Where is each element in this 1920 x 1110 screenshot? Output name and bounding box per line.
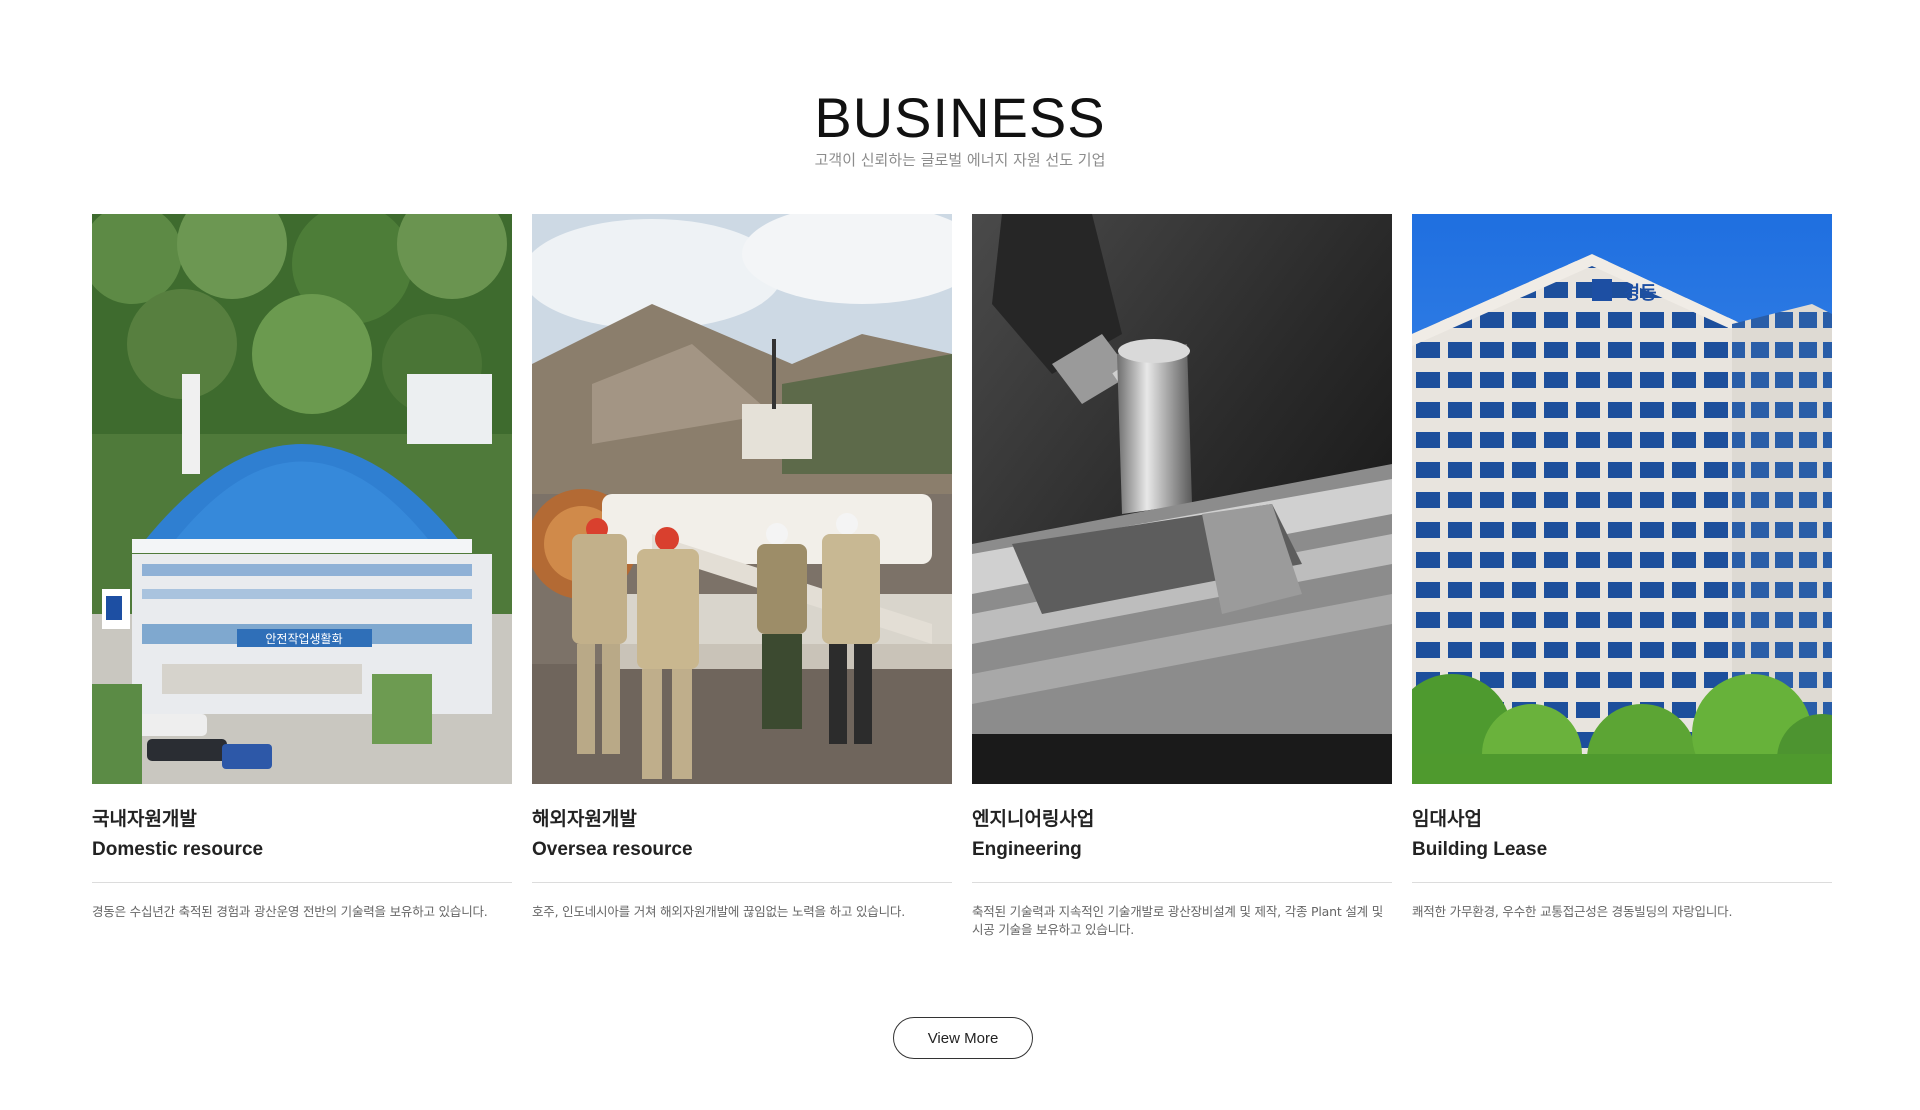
business-card-building-lease[interactable]: 경동 임대사업 Building Lease 쾌적한 가무환경, 우수한 교통접… [1412, 214, 1832, 939]
svg-text:경동: 경동 [1623, 283, 1656, 304]
business-cards: 안전작업생활화 국내자원개발 Domestic resource 경동은 수십년… [92, 214, 1832, 939]
card-title-ko: 임대사업 [1412, 808, 1482, 830]
svg-text:안전작업생활화: 안전작업생활화 [265, 632, 342, 646]
engineering-milling-machine-photo[interactable] [972, 214, 1392, 784]
business-card-oversea[interactable]: 해외자원개발 Oversea resource 호주, 인도네시아를 거쳐 해외… [532, 214, 952, 939]
card-title-ko: 국내자원개발 [92, 808, 197, 830]
section-title: BUSINESS [814, 85, 1106, 149]
card-title-en: Building Lease [1412, 838, 1548, 860]
business-card-engineering[interactable]: 엔지니어링사업 Engineering 축적된 기술력과 지속적인 기술개발로 … [972, 214, 1392, 939]
section-subtitle: 고객이 신뢰하는 글로벌 에너지 자원 선도 기업 [814, 151, 1106, 169]
card-title-ko: 엔지니어링사업 [972, 808, 1095, 830]
card-divider [972, 881, 1392, 883]
building-lease-tower-photo[interactable]: 경동 [1412, 214, 1832, 784]
card-description: 축적된 기술력과 지속적인 기술개발로 광산장비설계 및 제작, 각종 Plan… [972, 903, 1384, 937]
card-title-en: Domestic resource [92, 838, 264, 860]
card-description: 경동은 수십년간 축적된 경험과 광산운영 전반의 기술력을 보유하고 있습니다… [92, 903, 488, 919]
oversea-miners-machine-photo[interactable] [532, 214, 952, 784]
domestic-mine-building-photo[interactable]: 안전작업생활화 [92, 214, 512, 784]
card-divider [532, 881, 952, 883]
card-description: 쾌적한 가무환경, 우수한 교통접근성은 경동빌딩의 자랑입니다. [1412, 903, 1733, 919]
card-title-ko: 해외자원개발 [532, 808, 637, 830]
card-title-en: Engineering [972, 838, 1082, 860]
card-description: 호주, 인도네시아를 거쳐 해외자원개발에 끊임없는 노력을 하고 있습니다. [532, 903, 905, 919]
card-divider [92, 881, 512, 883]
business-card-domestic[interactable]: 안전작업생활화 국내자원개발 Domestic resource 경동은 수십년… [92, 214, 512, 939]
card-title-en: Oversea resource [532, 838, 693, 860]
view-more-button[interactable]: View More [893, 1017, 1033, 1059]
card-divider [1412, 881, 1832, 883]
